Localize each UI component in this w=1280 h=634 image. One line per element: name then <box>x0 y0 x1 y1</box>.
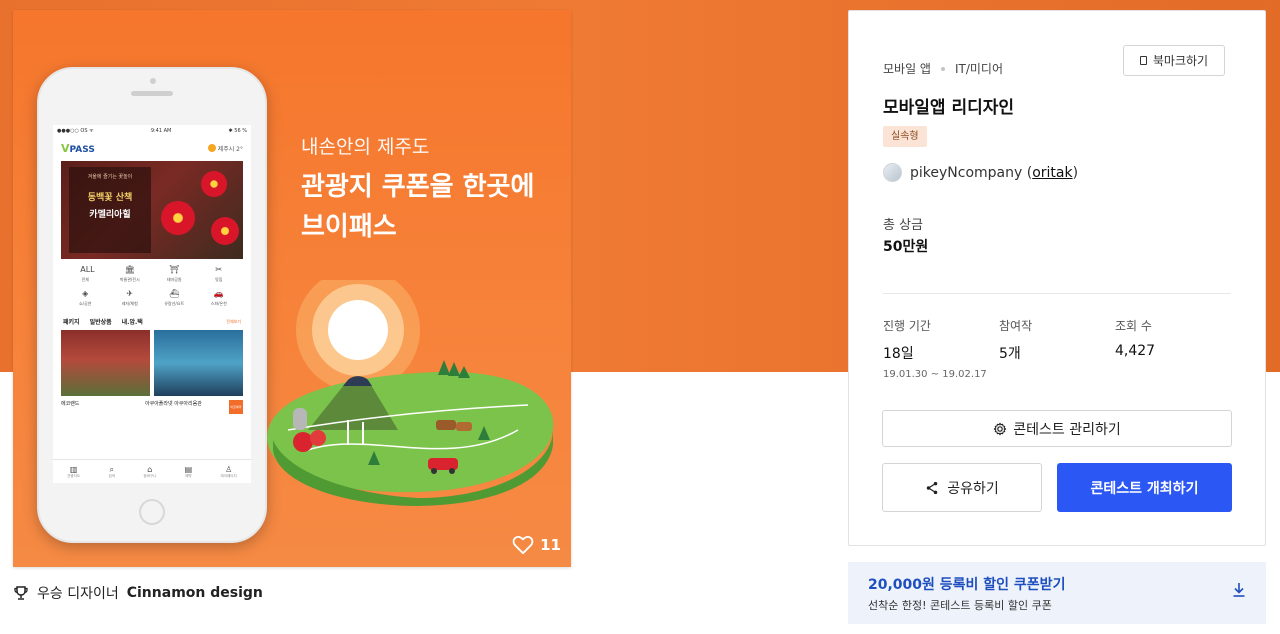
contest-host[interactable]: pikeyNcompany (oritak) <box>883 163 1078 182</box>
coupon-description: 선착순 한정! 콘테스트 등록비 할인 쿠폰 <box>868 599 1052 612</box>
category-item: ⛴ 유람선/요트 <box>164 289 185 306</box>
share-label: 공유하기 <box>947 480 999 497</box>
nav-map: ▥ 관광지도 <box>67 464 81 478</box>
bookmark-label: 북마크하기 <box>1152 54 1209 68</box>
like-button[interactable]: 11 <box>512 535 561 555</box>
category-item: ✈ 레저/체험 <box>121 289 138 306</box>
sun-icon <box>207 144 216 152</box>
divider <box>883 293 1231 294</box>
contest-info-card: 모바일 앱 IT/미디어 북마크하기 모바일앱 리디자인 실속형 pikeyNc… <box>848 10 1266 546</box>
bookmark-button[interactable]: 북마크하기 <box>1123 45 1225 76</box>
host-avatar <box>883 163 902 182</box>
category-item: ALL 전체 <box>80 265 95 282</box>
coupon-banner[interactable]: 20,000원 등록비 할인 쿠폰받기 선착순 한정! 콘테스트 등록비 할인 … <box>848 562 1266 624</box>
like-count: 11 <box>540 536 561 554</box>
headline-main: 관광지 쿠폰을 한곳에 브이패스 <box>301 172 535 242</box>
winner-designer: 우승 디자이너 Cinnamon design <box>13 583 263 603</box>
crumb-category[interactable]: 모바일 앱 <box>883 60 931 77</box>
winner-name[interactable]: Cinnamon design <box>127 585 263 601</box>
share-button[interactable]: 공유하기 <box>882 463 1042 512</box>
manage-contest-label: 콘테스트 관리하기 <box>1013 421 1121 438</box>
category-item: 🚗 스파/온천 <box>210 289 227 306</box>
phone-speaker <box>131 91 173 96</box>
vpass-logo: VPASS <box>61 141 95 155</box>
manage-contest-button[interactable]: 콘테스트 관리하기 <box>882 410 1232 447</box>
banner-text-box: 겨울에 즐기는 꽃놀이 동백꽃 산책 카멜리아힐 <box>69 167 151 253</box>
phone-thumbnails <box>53 328 251 398</box>
trophy-icon <box>14 586 28 600</box>
ecoland-thumbnail <box>61 330 150 396</box>
thumbnail-labels: 에코랜드 아쿠아플라넷 아쿠아리움관 바로예약 <box>53 398 251 416</box>
camellia-flower <box>161 201 195 235</box>
category-item: 🏛 박물관/전시 <box>119 265 140 282</box>
status-right: ✱ 56 % <box>228 128 247 134</box>
phone-tabs: 패키지 일반상품 내.암.택 전체보기 <box>63 318 241 327</box>
nav-cart: ⌂ 장바구니 <box>143 464 157 478</box>
bookmark-icon <box>1139 56 1147 65</box>
jeju-island-illustration <box>267 280 554 506</box>
share-icon <box>926 481 938 494</box>
stat-duration: 진행 기간 18일 19.01.30 ~ 19.02.17 <box>883 319 987 380</box>
phone-banner: 겨울에 즐기는 꽃놀이 동백꽃 산책 카멜리아힐 <box>61 161 243 259</box>
plan-badge: 실속형 <box>883 126 927 147</box>
aquarium-thumbnail <box>154 330 243 396</box>
phone-home-button <box>139 499 165 525</box>
nav-reservation: ▤ 예약 <box>184 464 193 478</box>
contest-artwork[interactable]: ●●●○○ OS ᯤ 9:41 AM ✱ 56 % VPASS 제주시 2° 겨… <box>13 10 571 567</box>
contest-title: 모바일앱 리디자인 <box>883 98 1015 118</box>
weather-widget: 제주시 2° <box>207 144 243 153</box>
nav-search: ⌕ 검색 <box>108 464 115 478</box>
download-icon[interactable] <box>1232 582 1246 598</box>
gear-icon <box>994 422 1007 435</box>
coupon-title: 20,000원 등록비 할인 쿠폰받기 <box>868 577 1066 593</box>
stat-views: 조회 수 4,427 <box>1115 319 1156 359</box>
prize-label: 총 상금 <box>883 218 924 233</box>
breadcrumb: 모바일 앱 IT/미디어 <box>883 60 1003 77</box>
host-contest-button[interactable]: 콘테스트 개최하기 <box>1057 463 1232 512</box>
category-item: ⛩ 테마공원 <box>166 265 182 282</box>
phone-mockup: ●●●○○ OS ᯤ 9:41 AM ✱ 56 % VPASS 제주시 2° 겨… <box>37 67 267 543</box>
nav-mypage: ♙ 마이페이지 <box>220 464 237 478</box>
phone-categories: ALL 전체 🏛 박물관/전시 ⛩ 테마공원 ✂ 맛집 ◈ 쇼/공연 ✈ 레저/체험 ⛴ 유람… <box>53 261 251 311</box>
host-id[interactable]: oritak <box>1032 165 1072 181</box>
phone-bottom-nav: ▥ 관광지도 ⌕ 검색 ⌂ 장바구니 ▤ 예약 ♙ 마이페이지 <box>53 459 251 483</box>
category-item: ✂ 맛집 <box>215 265 223 282</box>
category-item: ◈ 쇼/공연 <box>79 289 92 306</box>
status-left: ●●●○○ OS ᯤ <box>57 128 94 134</box>
host-name: pikeyNcompany <box>910 164 1023 181</box>
crumb-subcategory[interactable]: IT/미디어 <box>955 60 1003 77</box>
camellia-flower <box>201 171 227 197</box>
camellia-flower <box>211 217 239 245</box>
status-time: 9:41 AM <box>150 128 172 134</box>
winner-label: 우승 디자이너 <box>37 586 119 602</box>
phone-screen: ●●●○○ OS ᯤ 9:41 AM ✱ 56 % VPASS 제주시 2° 겨… <box>53 125 251 483</box>
phone-camera <box>150 78 156 84</box>
prize-value: 50만원 <box>883 239 929 255</box>
phone-app-bar: VPASS 제주시 2° <box>53 137 251 159</box>
crumb-separator <box>940 66 945 71</box>
stat-entries: 참여작 5개 <box>999 319 1033 362</box>
phone-status-bar: ●●●○○ OS ᯤ 9:41 AM ✱ 56 % <box>53 125 251 137</box>
heart-icon <box>512 535 534 555</box>
artwork-headline: 내손안의 제주도 관광지 쿠폰을 한곳에 브이패스 <box>301 132 534 247</box>
